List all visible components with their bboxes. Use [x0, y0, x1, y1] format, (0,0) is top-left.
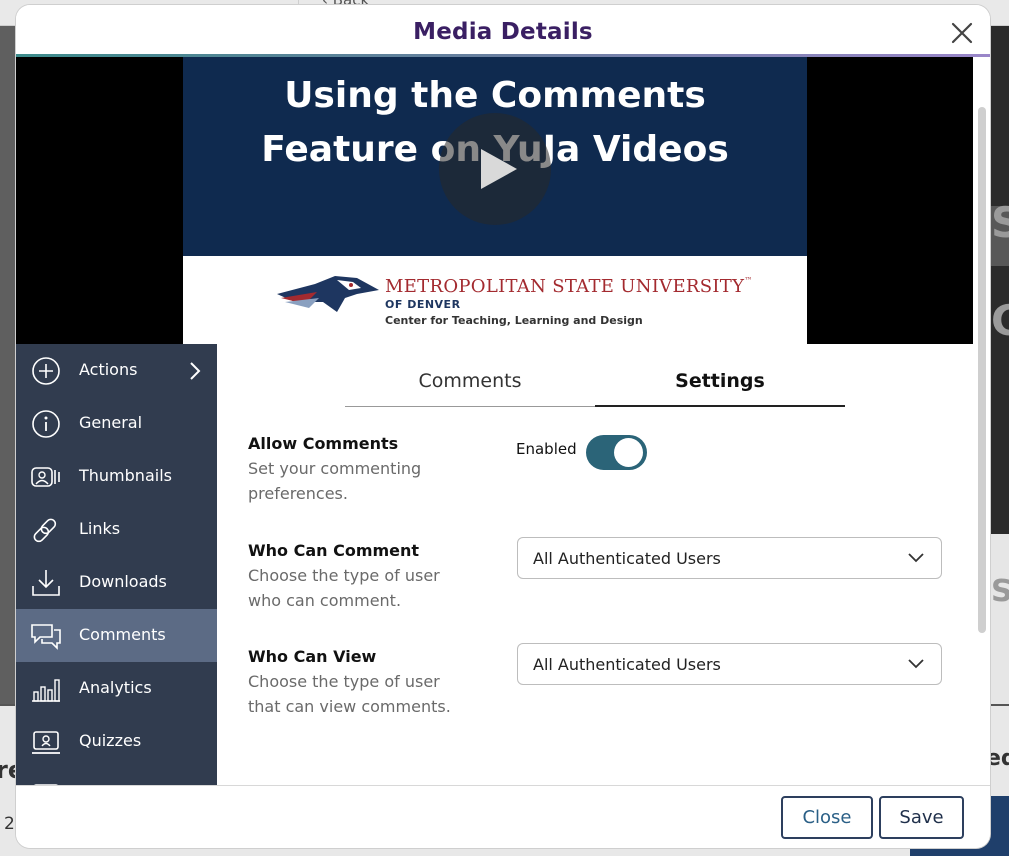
video-slide: Using the Comments Feature on YuJa Video… [183, 57, 807, 344]
quizzes-icon [32, 731, 60, 754]
play-icon [481, 149, 517, 189]
close-icon[interactable] [950, 21, 974, 45]
download-icon [32, 570, 60, 596]
roadrunner-logo-icon [277, 276, 379, 312]
trademark-mark: ™ [744, 276, 753, 285]
toggle-knob [614, 438, 643, 467]
slide-logo-band: METROPOLITAN STATE UNIVERSITY™ OF DENVER… [183, 256, 807, 344]
who-can-view-select[interactable]: All Authenticated Users [517, 643, 942, 685]
select-value: All Authenticated Users [533, 655, 721, 674]
chevron-down-icon [908, 659, 924, 669]
logo-center-name: Center for Teaching, Learning and Design [385, 314, 643, 327]
link-icon [33, 518, 57, 543]
play-button[interactable] [439, 113, 551, 225]
comments-icon [31, 624, 61, 650]
allow-comments-desc: Set your commenting preferences. [248, 459, 422, 503]
sidebar-item-actions[interactable]: Actions [16, 344, 217, 397]
sidebar: Actions General Thumbnails Links Downloa… [16, 344, 217, 785]
sidebar-item-comments[interactable]: Comments [16, 609, 217, 662]
modal-header: Media Details [16, 5, 990, 57]
sidebar-item-label: Quizzes [79, 731, 142, 750]
allow-comments-toggle[interactable] [586, 435, 647, 470]
modal-footer: Close Save [16, 785, 990, 848]
background-glyph: S [991, 574, 1009, 609]
comments-tabs: Comments Settings [345, 359, 845, 407]
thumbnails-icon [31, 467, 60, 487]
sidebar-item-general[interactable]: General [16, 397, 217, 450]
logo-subtitle: OF DENVER [385, 298, 461, 311]
save-button[interactable]: Save [879, 796, 964, 839]
toggle-state-label: Enabled [516, 440, 577, 458]
tab-comments[interactable]: Comments [345, 359, 595, 407]
info-icon [32, 410, 60, 438]
video-player[interactable]: Using the Comments Feature on YuJa Video… [16, 57, 973, 344]
sidebar-item-label: Analytics [79, 678, 152, 697]
who-can-view-title: Who Can View [248, 647, 377, 666]
sidebar-item-label: Links [79, 519, 121, 538]
sidebar-item-label: Downloads [79, 572, 167, 591]
sidebar-item-label: General [79, 413, 143, 432]
sidebar-item-more[interactable] [16, 768, 217, 785]
plus-circle-icon [32, 357, 60, 385]
sidebar-item-thumbnails[interactable]: Thumbnails [16, 450, 217, 503]
modal-title: Media Details [413, 19, 593, 45]
sidebar-item-downloads[interactable]: Downloads [16, 556, 217, 609]
sidebar-item-label: Thumbnails [79, 466, 172, 485]
tab-settings[interactable]: Settings [595, 359, 845, 407]
logo-university-name: METROPOLITAN STATE UNIVERSITY™ [385, 276, 753, 297]
who-can-comment-title: Who Can Comment [248, 541, 420, 560]
close-button[interactable]: Close [781, 796, 873, 839]
chevron-right-icon [190, 362, 201, 380]
background-strip [990, 534, 1009, 704]
background-right-edge: S C S [990, 26, 1009, 704]
sidebar-item-quizzes[interactable]: Quizzes [16, 715, 217, 768]
modal-scrollbar-thumb[interactable] [978, 107, 986, 633]
who-can-comment-select[interactable]: All Authenticated Users [517, 537, 942, 579]
select-value: All Authenticated Users [533, 549, 721, 568]
sidebar-item-label: Actions [79, 360, 138, 379]
sidebar-item-analytics[interactable]: Analytics [16, 662, 217, 715]
background-glyph: S [991, 198, 1009, 247]
allow-comments-title: Allow Comments [248, 434, 399, 453]
background-glyph: C [991, 296, 1009, 345]
chevron-down-icon [908, 553, 924, 563]
sidebar-item-links[interactable]: Links [16, 503, 217, 556]
media-details-modal: Media Details Using the Comments Feature… [16, 5, 990, 848]
who-can-view-desc: Choose the type of user that can view co… [248, 672, 451, 716]
background-number: 2 [4, 814, 15, 834]
sidebar-item-label: Comments [79, 625, 166, 644]
who-can-comment-desc: Choose the type of user who can comment. [248, 566, 440, 610]
logo-name-text: METROPOLITAN STATE UNIVERSITY [385, 276, 745, 297]
analytics-icon [32, 679, 60, 702]
